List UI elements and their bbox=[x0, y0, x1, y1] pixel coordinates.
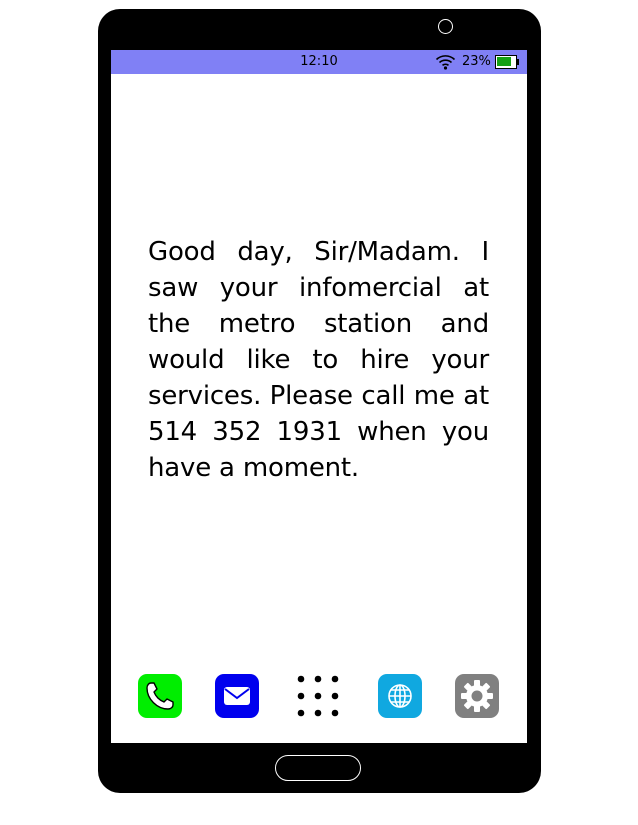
battery-terminal bbox=[517, 59, 519, 65]
home-button[interactable] bbox=[275, 755, 361, 781]
battery-level-fill bbox=[497, 57, 511, 66]
gear-icon bbox=[461, 680, 493, 712]
app-grid-icon bbox=[297, 675, 339, 717]
settings-app-button[interactable] bbox=[455, 674, 499, 718]
phone-app-button[interactable] bbox=[138, 674, 182, 718]
browser-app-button[interactable] bbox=[378, 674, 422, 718]
battery-percentage: 23% bbox=[462, 54, 491, 69]
mail-icon bbox=[224, 687, 250, 705]
front-camera bbox=[438, 19, 453, 34]
phone-icon bbox=[146, 682, 174, 710]
message-text: Good day, Sir/Madam. I saw your infomerc… bbox=[148, 237, 489, 483]
battery-icon bbox=[495, 55, 517, 69]
globe-icon bbox=[388, 684, 412, 708]
phone-frame: 12:10 23% Good day, Sir/Madam. I saw you… bbox=[98, 9, 541, 793]
status-bar: 12:10 23% bbox=[111, 50, 527, 74]
phone-screen: 12:10 23% Good day, Sir/Madam. I saw you… bbox=[111, 50, 527, 743]
app-drawer-button[interactable] bbox=[296, 674, 340, 718]
wifi-icon bbox=[435, 55, 456, 70]
mail-app-button[interactable] bbox=[215, 674, 259, 718]
